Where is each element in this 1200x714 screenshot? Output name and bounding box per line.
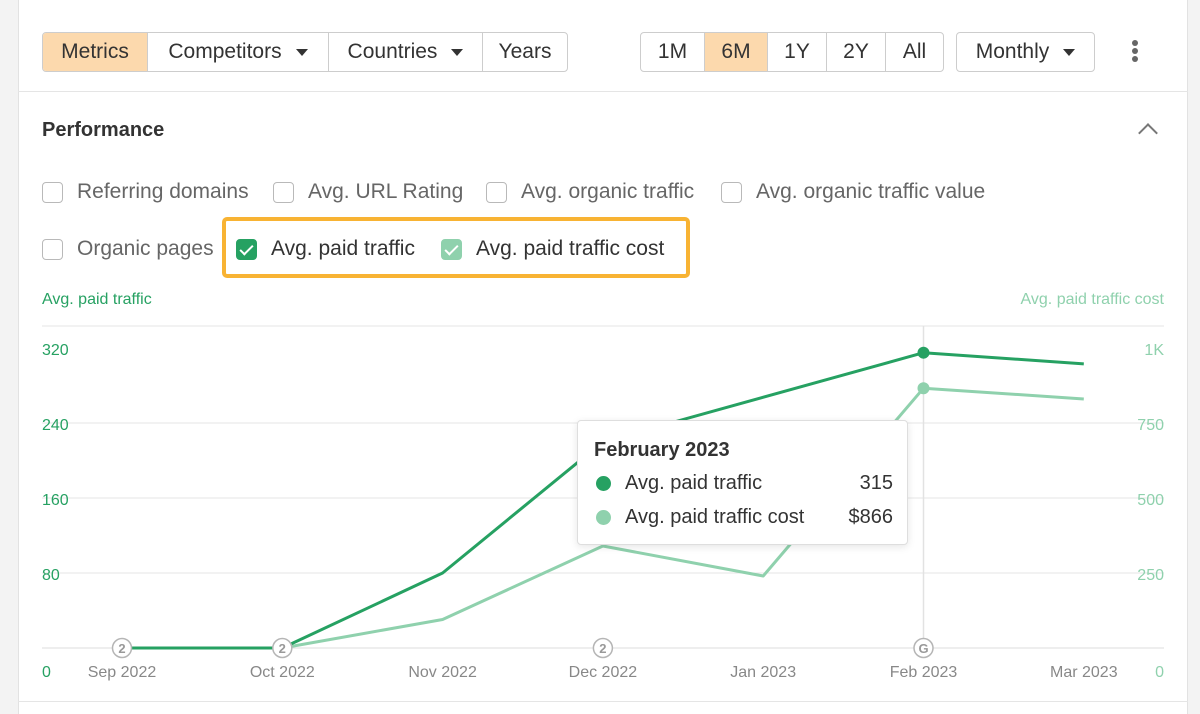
x-axis-tick-label: Jan 2023 <box>730 664 796 681</box>
series-dot-icon <box>596 510 611 525</box>
annotation-label: 2 <box>279 641 286 656</box>
annotation-label: 2 <box>599 641 606 656</box>
right-axis-tick-label: 1K <box>1144 342 1164 359</box>
left-axis-tick-label: 320 <box>42 342 69 359</box>
right-axis-tick-label: 750 <box>1137 417 1164 434</box>
tooltip-row-paid-traffic: Avg. paid traffic 315 <box>596 472 893 495</box>
x-axis-tick-label: Mar 2023 <box>1050 664 1118 681</box>
chart-tooltip: February 2023 Avg. paid traffic 315 Avg.… <box>577 420 908 545</box>
tooltip-row-value: 315 <box>859 472 893 494</box>
x-axis-tick-label: Dec 2022 <box>569 664 638 681</box>
left-axis-tick-label: 240 <box>42 417 69 434</box>
right-axis-tick-label: 500 <box>1137 492 1164 509</box>
left-axis-tick-label: 0 <box>42 664 51 681</box>
x-axis-tick-label: Oct 2022 <box>250 664 315 681</box>
x-axis-tick-label: Nov 2022 <box>408 664 477 681</box>
series-point <box>917 382 930 395</box>
left-axis-tick-label: 160 <box>42 492 69 509</box>
series-dot-icon <box>596 476 611 491</box>
x-axis-tick-label: Feb 2023 <box>890 664 958 681</box>
series-point <box>917 346 930 359</box>
left-axis-tick-label: 80 <box>42 567 60 584</box>
annotation-label: 2 <box>118 641 125 656</box>
tooltip-row-label: Avg. paid traffic cost <box>625 506 805 528</box>
x-axis-tick-label: Sep 2022 <box>88 664 157 681</box>
paid-traffic-chart: 0 80 160 240 320 0 250 500 750 1K Sep 2022 Oct 20… <box>42 325 1164 681</box>
tooltip-row-label: Avg. paid traffic <box>625 472 763 494</box>
right-axis-tick-label: 250 <box>1137 567 1164 584</box>
tooltip-row-value: $866 <box>848 506 894 528</box>
tooltip-title: February 2023 <box>594 439 730 461</box>
right-axis-tick-label: 0 <box>1155 664 1164 681</box>
tooltip-row-paid-traffic-cost: Avg. paid traffic cost $866 <box>596 506 893 529</box>
annotation-label: G <box>918 641 928 656</box>
